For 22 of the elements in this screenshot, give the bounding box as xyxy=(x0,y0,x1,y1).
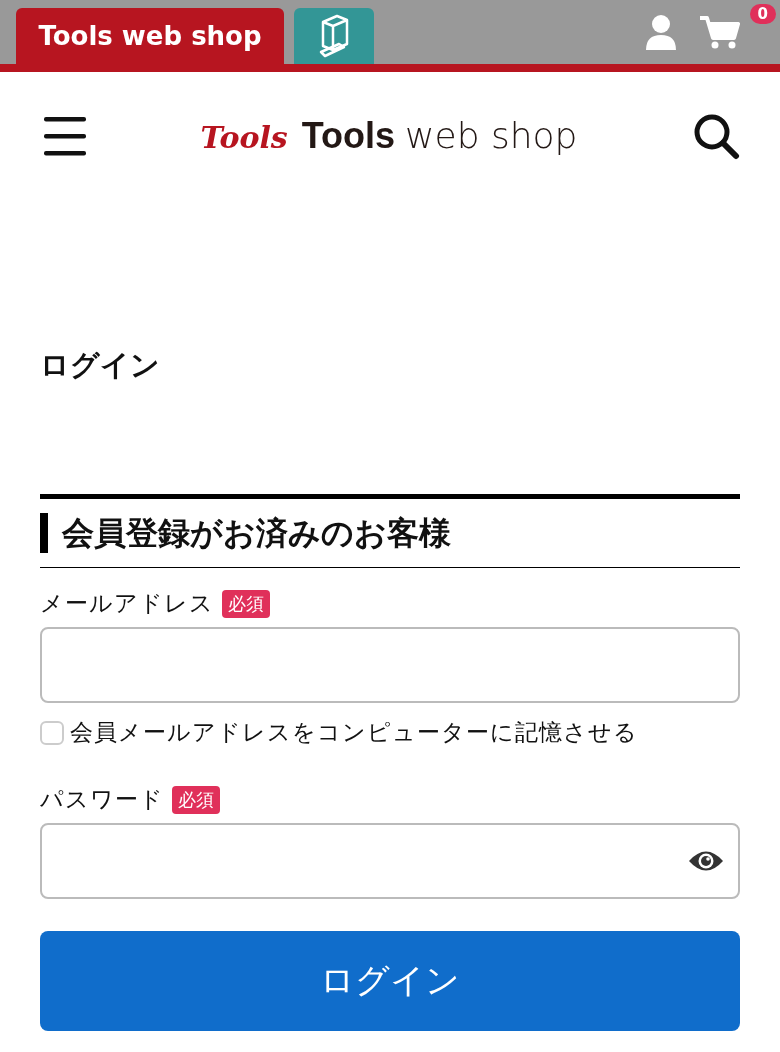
cart-count-badge: 0 xyxy=(749,4,776,24)
remember-checkbox[interactable] xyxy=(40,720,64,745)
search-icon[interactable] xyxy=(692,112,740,160)
user-icon[interactable] xyxy=(646,14,676,50)
required-badge: 必須 xyxy=(172,785,220,814)
remember-label: 会員メールアドレスをコンピューターに記憶させる xyxy=(70,718,638,747)
book-tab[interactable] xyxy=(294,8,374,64)
field-label: メールアドレス xyxy=(40,589,214,618)
book-pencil-icon xyxy=(317,14,351,58)
field-label: パスワード xyxy=(40,785,164,814)
cart-icon[interactable] xyxy=(698,14,740,50)
login-button[interactable]: ログイン xyxy=(40,931,740,1031)
logo-subtitle[interactable]: web shop xyxy=(405,115,578,156)
email-field[interactable] xyxy=(40,627,740,703)
site-tab[interactable]: Tools web shop xyxy=(16,8,284,64)
logo-mark[interactable]: Tools xyxy=(200,120,288,155)
logo-wordmark[interactable]: Tools xyxy=(301,115,396,157)
required-badge: 必須 xyxy=(222,589,270,618)
section-title: 会員登録がお済みのお客様 xyxy=(40,513,451,553)
menu-icon[interactable] xyxy=(44,115,86,157)
page-title: ログイン xyxy=(40,347,161,384)
password-field[interactable] xyxy=(40,823,740,899)
